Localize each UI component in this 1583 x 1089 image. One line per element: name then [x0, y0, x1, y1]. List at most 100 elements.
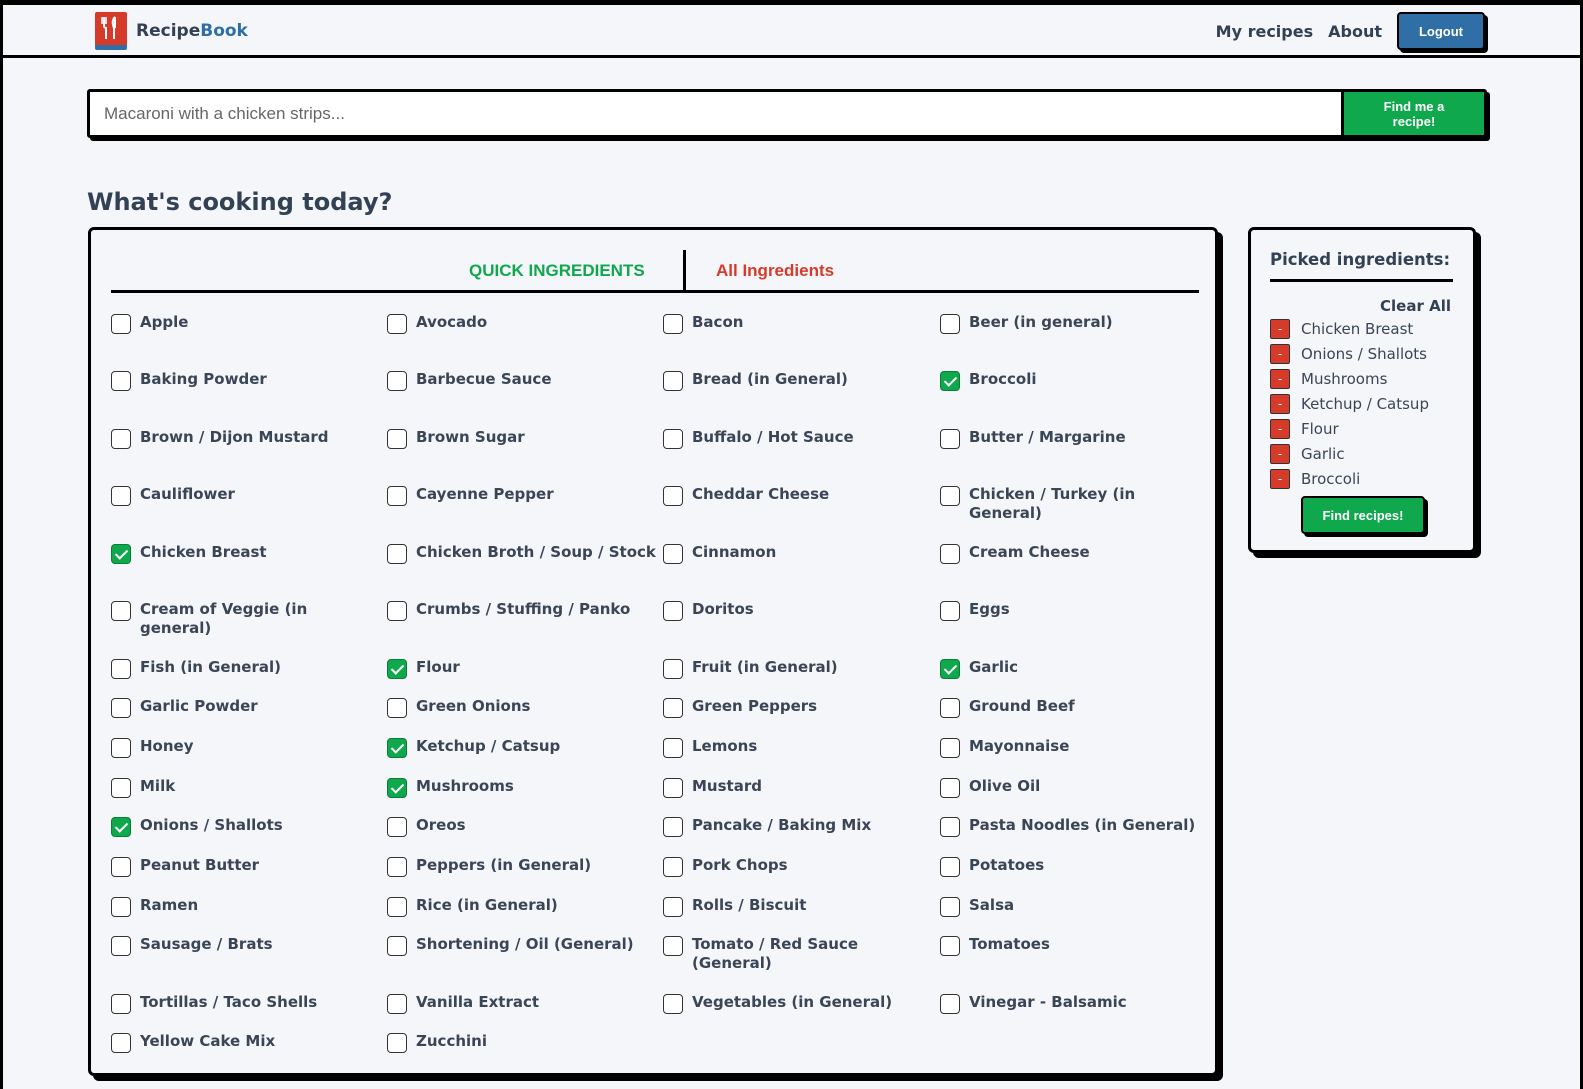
ingredient-label[interactable]: Crumbs / Stuffing / Panko [416, 600, 630, 619]
ingredient-label[interactable]: Onions / Shallots [140, 816, 283, 835]
ingredient-checkbox[interactable] [663, 857, 683, 877]
ingredient-checkbox[interactable] [940, 698, 960, 718]
remove-ingredient-button[interactable]: - [1270, 368, 1290, 389]
ingredient-label[interactable]: Pancake / Baking Mix [692, 816, 871, 835]
ingredient-item[interactable]: Bacon [663, 313, 933, 334]
ingredient-label[interactable]: Yellow Cake Mix [140, 1032, 275, 1051]
ingredient-item[interactable]: Chicken / Turkey (in General) [940, 485, 1210, 523]
nav-my-recipes[interactable]: My recipes [1216, 22, 1313, 41]
ingredient-label[interactable]: Pasta Noodles (in General) [969, 816, 1195, 835]
ingredient-label[interactable]: Sausage / Brats [140, 935, 273, 954]
ingredient-checkbox[interactable] [663, 897, 683, 917]
ingredient-checkbox[interactable] [387, 936, 407, 956]
ingredient-label[interactable]: Vanilla Extract [416, 993, 539, 1012]
ingredient-checkbox[interactable] [111, 698, 131, 718]
ingredient-checkbox[interactable] [663, 778, 683, 798]
ingredient-checkbox[interactable] [387, 486, 407, 506]
ingredient-item[interactable]: Chicken Breast [111, 543, 381, 564]
ingredient-label[interactable]: Garlic Powder [140, 697, 258, 716]
ingredient-item[interactable]: Bread (in General) [663, 370, 933, 391]
ingredient-label[interactable]: Garlic [969, 658, 1018, 677]
ingredient-item[interactable]: Peanut Butter [111, 856, 381, 877]
ingredient-label[interactable]: Ketchup / Catsup [416, 737, 560, 756]
ingredient-label[interactable]: Doritos [692, 600, 754, 619]
ingredient-label[interactable]: Zucchini [416, 1032, 487, 1051]
ingredient-item[interactable]: Butter / Margarine [940, 428, 1210, 449]
ingredient-item[interactable]: Vinegar - Balsamic [940, 993, 1210, 1014]
ingredient-label[interactable]: Tortillas / Taco Shells [140, 993, 317, 1012]
ingredient-checkbox[interactable] [387, 544, 407, 564]
ingredient-label[interactable]: Cayenne Pepper [416, 485, 554, 504]
ingredient-label[interactable]: Lemons [692, 737, 757, 756]
remove-ingredient-button[interactable]: - [1270, 393, 1290, 414]
ingredient-checkbox[interactable] [387, 659, 407, 679]
ingredient-label[interactable]: Tomatoes [969, 935, 1050, 954]
ingredient-label[interactable]: Broccoli [969, 370, 1037, 389]
ingredient-checkbox[interactable] [940, 371, 960, 391]
ingredient-checkbox[interactable] [663, 544, 683, 564]
remove-ingredient-button[interactable]: - [1270, 418, 1290, 439]
ingredient-label[interactable]: Cheddar Cheese [692, 485, 829, 504]
ingredient-label[interactable]: Potatoes [969, 856, 1044, 875]
ingredient-label[interactable]: Shortening / Oil (General) [416, 935, 634, 954]
ingredient-checkbox[interactable] [663, 314, 683, 334]
ingredient-item[interactable]: Crumbs / Stuffing / Panko [387, 600, 657, 621]
ingredient-label[interactable]: Ramen [140, 896, 198, 915]
ingredient-checkbox[interactable] [387, 314, 407, 334]
ingredient-item[interactable]: Sausage / Brats [111, 935, 381, 956]
ingredient-item[interactable]: Tomato / Red Sauce (General) [663, 935, 933, 973]
ingredient-item[interactable]: Green Onions [387, 697, 657, 718]
remove-ingredient-button[interactable]: - [1270, 318, 1290, 339]
ingredient-label[interactable]: Ground Beef [969, 697, 1075, 716]
ingredient-checkbox[interactable] [940, 601, 960, 621]
ingredient-checkbox[interactable] [387, 738, 407, 758]
ingredient-checkbox[interactable] [940, 936, 960, 956]
ingredient-checkbox[interactable] [663, 994, 683, 1014]
ingredient-label[interactable]: Cream Cheese [969, 543, 1090, 562]
ingredient-item[interactable]: Onions / Shallots [111, 816, 381, 837]
ingredient-item[interactable]: Chicken Broth / Soup / Stock [387, 543, 657, 564]
ingredient-checkbox[interactable] [111, 1033, 131, 1053]
ingredient-label[interactable]: Green Onions [416, 697, 530, 716]
ingredient-checkbox[interactable] [387, 429, 407, 449]
ingredient-item[interactable]: Ketchup / Catsup [387, 737, 657, 758]
ingredient-label[interactable]: Apple [140, 313, 188, 332]
ingredient-label[interactable]: Cream of Veggie (in general) [140, 600, 381, 638]
ingredient-item[interactable]: Garlic [940, 658, 1210, 679]
ingredient-item[interactable]: Tortillas / Taco Shells [111, 993, 381, 1014]
ingredient-item[interactable]: Mushrooms [387, 777, 657, 798]
ingredient-item[interactable]: Cauliflower [111, 485, 381, 506]
ingredient-checkbox[interactable] [111, 601, 131, 621]
ingredient-label[interactable]: Avocado [416, 313, 487, 332]
ingredient-label[interactable]: Chicken Broth / Soup / Stock [416, 543, 656, 562]
ingredient-item[interactable]: Cinnamon [663, 543, 933, 564]
ingredient-item[interactable]: Shortening / Oil (General) [387, 935, 657, 956]
ingredient-checkbox[interactable] [111, 429, 131, 449]
ingredient-checkbox[interactable] [387, 601, 407, 621]
ingredient-item[interactable]: Broccoli [940, 370, 1210, 391]
ingredient-label[interactable]: Vegetables (in General) [692, 993, 892, 1012]
ingredient-item[interactable]: Fruit (in General) [663, 658, 933, 679]
ingredient-item[interactable]: Olive Oil [940, 777, 1210, 798]
ingredient-label[interactable]: Oreos [416, 816, 466, 835]
ingredient-checkbox[interactable] [663, 601, 683, 621]
ingredient-label[interactable]: Olive Oil [969, 777, 1040, 796]
ingredient-label[interactable]: Bread (in General) [692, 370, 848, 389]
ingredient-label[interactable]: Beer (in general) [969, 313, 1113, 332]
ingredient-label[interactable]: Vinegar - Balsamic [969, 993, 1127, 1012]
ingredient-checkbox[interactable] [940, 817, 960, 837]
ingredient-checkbox[interactable] [940, 544, 960, 564]
ingredient-checkbox[interactable] [387, 817, 407, 837]
ingredient-checkbox[interactable] [663, 936, 683, 956]
clear-all-button[interactable]: Clear All [1380, 297, 1451, 315]
ingredient-item[interactable]: Potatoes [940, 856, 1210, 877]
ingredient-item[interactable]: Vegetables (in General) [663, 993, 933, 1014]
ingredient-checkbox[interactable] [940, 486, 960, 506]
logo[interactable]: RecipeBook [95, 12, 248, 50]
ingredient-item[interactable]: Ground Beef [940, 697, 1210, 718]
ingredient-label[interactable]: Eggs [969, 600, 1010, 619]
ingredient-label[interactable]: Mustard [692, 777, 762, 796]
ingredient-item[interactable]: Cream Cheese [940, 543, 1210, 564]
ingredient-checkbox[interactable] [940, 738, 960, 758]
ingredient-item[interactable]: Doritos [663, 600, 933, 621]
